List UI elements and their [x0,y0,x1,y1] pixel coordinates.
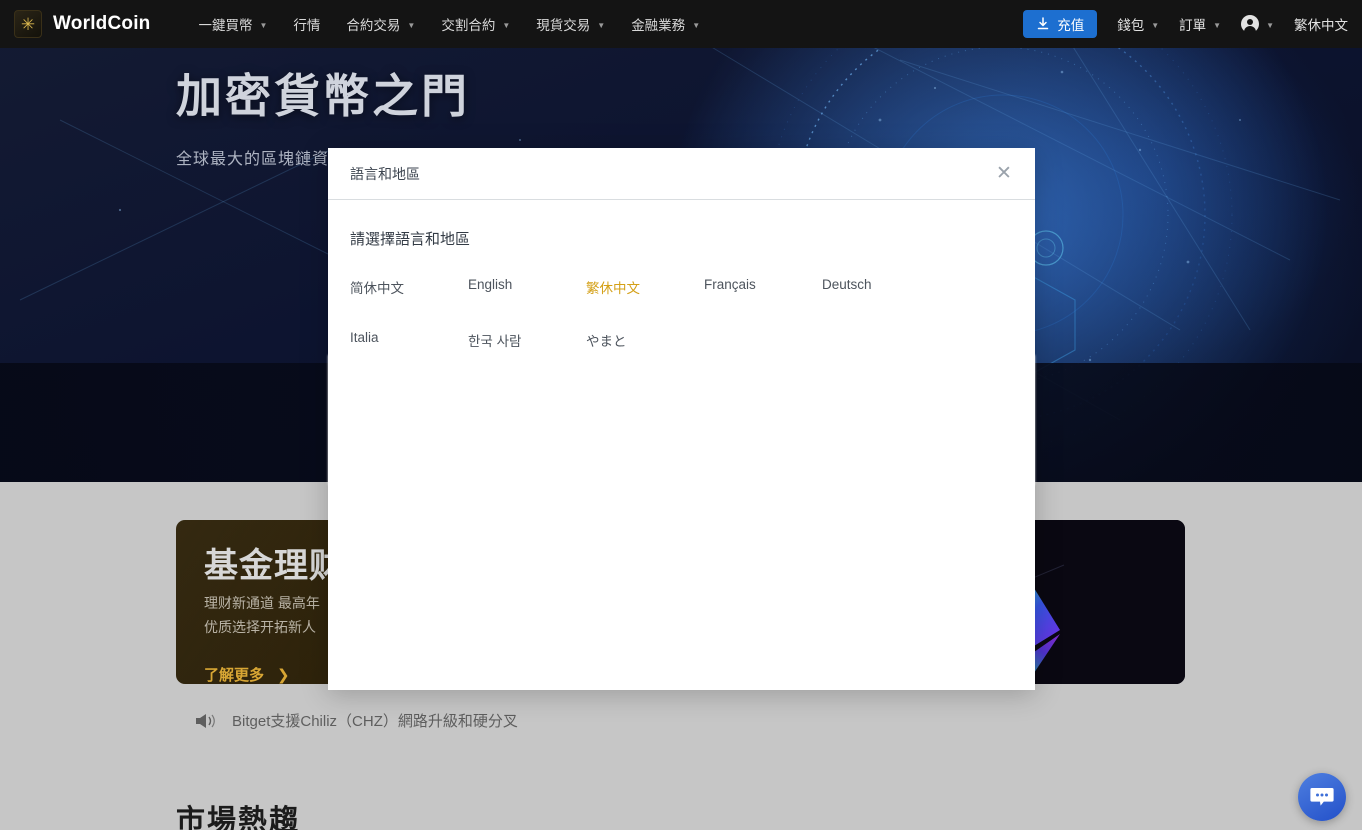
top-navbar: ✳ WorldCoin 一鍵買幣 ▼ 行情 合約交易 ▼ 交割合約 ▼ 現貨交易 [0,0,1362,48]
language-option-english[interactable]: English [468,277,586,297]
language-option-korean[interactable]: 한국 사람 [468,330,586,350]
close-icon[interactable]: ✕ [993,163,1015,185]
announcement-bar[interactable]: Bitget支援Chiliz（CHZ）網路升級和硬分叉 [194,710,518,731]
modal-prompt: 請選擇語言和地區 [350,231,471,248]
nav-label: 一鍵買幣 [198,18,253,33]
language-option-italian[interactable]: Italia [350,330,468,350]
promo-subtitle-line1: 理财新通道 最高年 [204,595,320,611]
language-option-traditional-chinese[interactable]: 繁休中文 [586,277,704,297]
logo-glyph: ✳ [20,14,36,34]
nav-item-markets[interactable]: 行情 [293,14,320,34]
brand-name: WorldCoin [53,13,151,34]
chevron-down-icon: ▼ [1151,20,1160,30]
nav-item-quick-buy[interactable]: 一鍵買幣 ▼ [199,14,268,34]
page-root: 加密貨幣之門 全球最大的區塊鏈資產 基金理财 理财新通道 最高年 优质选择开拓新… [0,0,1362,830]
nav-item-finance[interactable]: 金融業務 ▼ [631,14,700,34]
nav-label: 現貨交易 [536,18,591,33]
language-region-modal: 語言和地區 ✕ 請選擇語言和地區 简休中文 English 繁休中文 Franç… [328,148,1035,690]
modal-body: 請選擇語言和地區 简休中文 English 繁休中文 Français Deut… [328,200,1035,350]
nav-item-account[interactable]: ▼ [1241,15,1274,33]
language-grid: 简休中文 English 繁休中文 Français Deutsch Itali… [350,277,1013,350]
nav-item-delivery-contract[interactable]: 交割合約 ▼ [441,14,510,34]
nav-item-futures[interactable]: 合約交易 ▼ [346,14,415,34]
deposit-label: 充值 [1057,18,1085,33]
language-option-german[interactable]: Deutsch [822,277,940,297]
chevron-down-icon: ▼ [692,20,701,30]
chat-support-button[interactable] [1298,773,1346,821]
promo-learn-more-button[interactable]: 了解更多 ❯ [204,664,290,685]
download-icon [1037,17,1049,30]
chevron-down-icon: ▼ [1213,20,1222,30]
chat-bubble-icon [1310,788,1334,806]
wallet-label: 錢包 [1117,18,1145,33]
chevron-down-icon: ▼ [597,20,606,30]
announcement-text: Bitget支援Chiliz（CHZ）網路升級和硬分叉 [232,713,518,730]
orders-label: 訂單 [1179,18,1207,33]
nav-label: 交割合約 [441,18,496,33]
nav-label: 金融業務 [631,18,686,33]
chevron-down-icon: ▼ [502,20,511,30]
user-avatar-icon [1241,15,1260,33]
brand[interactable]: ✳ WorldCoin [14,10,151,38]
chevron-down-icon: ▼ [1266,20,1274,30]
nav-item-spot[interactable]: 現貨交易 ▼ [536,14,605,34]
nav-label: 合約交易 [346,18,401,33]
modal-title: 語言和地區 [350,165,420,182]
deposit-button[interactable]: 充值 [1023,10,1098,38]
promo-cta-label: 了解更多 [204,667,265,684]
nav-menu: 一鍵買幣 ▼ 行情 合約交易 ▼ 交割合約 ▼ 現貨交易 ▼ 金融業務 ▼ [199,14,701,34]
promo-title: 基金理财 [204,547,344,585]
promo-subtitle-line2: 优质选择开拓新人 [204,618,316,635]
nav-right-group: 充值 錢包 ▼ 訂單 ▼ ▼ 繁休中文 [1023,0,1348,48]
worldcoin-logo-icon: ✳ [14,10,42,38]
section-title: 市場熱趨 [176,805,301,830]
language-option-japanese[interactable]: やまと [586,330,704,350]
language-option-simplified-chinese[interactable]: 简休中文 [350,277,468,297]
hero-title: 加密貨幣之門 [176,70,470,122]
megaphone-icon [196,713,215,728]
nav-item-language[interactable]: 繁休中文 [1294,14,1348,34]
chevron-down-icon: ▼ [407,20,416,30]
nav-item-wallet[interactable]: 錢包 ▼ [1117,14,1159,34]
nav-item-orders[interactable]: 訂單 ▼ [1179,14,1221,34]
chevron-right-icon: ❯ [277,666,290,684]
promo-subtitle: 理财新通道 最高年 优质选择开拓新人 [204,592,320,640]
language-option-french[interactable]: Français [704,277,822,297]
chevron-down-icon: ▼ [259,20,268,30]
nav-label: 行情 [293,18,321,33]
modal-header: 語言和地區 ✕ [328,148,1035,200]
